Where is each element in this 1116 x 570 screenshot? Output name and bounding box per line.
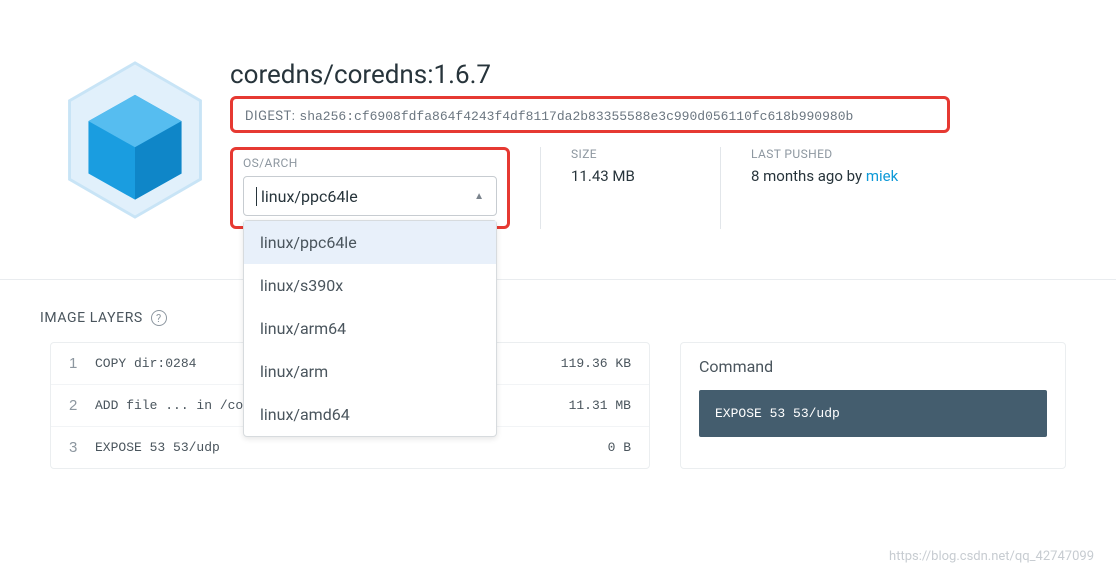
command-title: Command [699, 357, 1047, 376]
layer-command: EXPOSE 53 53/udp [95, 440, 541, 455]
osarch-label: OS/ARCH [243, 156, 497, 170]
osarch-dropdown: linux/ppc64le linux/s390x linux/arm64 li… [243, 220, 497, 437]
osarch-selected-value: linux/ppc64le [256, 187, 358, 206]
layer-size: 119.36 KB [541, 356, 631, 371]
osarch-highlight: OS/ARCH linux/ppc64le ▲ linux/ppc64le li… [230, 147, 510, 229]
layer-size: 0 B [541, 440, 631, 455]
digest-highlight: DIGEST: sha256:cf6908fdfa864f4243f4df811… [230, 96, 950, 133]
size-value: 11.43 MB [571, 167, 690, 185]
cube-icon [60, 60, 210, 220]
meta-row: OS/ARCH linux/ppc64le ▲ linux/ppc64le li… [230, 147, 1076, 229]
osarch-option[interactable]: linux/ppc64le [244, 221, 496, 264]
layer-number: 2 [69, 397, 95, 414]
pushed-label: LAST PUSHED [751, 147, 898, 161]
author-link[interactable]: miek [866, 167, 898, 185]
size-label: SIZE [571, 147, 690, 161]
layer-number: 1 [69, 355, 95, 372]
command-panel: Command EXPOSE 53 53/udp [680, 342, 1066, 469]
osarch-select[interactable]: linux/ppc64le ▲ linux/ppc64le linux/s390… [243, 176, 497, 216]
layer-size: 11.31 MB [541, 398, 631, 413]
help-icon[interactable]: ? [151, 310, 167, 326]
digest-sha: sha256:cf6908fdfa864f4243f4df8117da2b833… [299, 109, 853, 124]
command-body: EXPOSE 53 53/udp [699, 390, 1047, 437]
chevron-up-icon: ▲ [474, 191, 484, 202]
osarch-option[interactable]: linux/arm [244, 350, 496, 393]
osarch-option[interactable]: linux/amd64 [244, 393, 496, 436]
pushed-value: 8 months ago by miek [751, 167, 898, 185]
osarch-option[interactable]: linux/s390x [244, 264, 496, 307]
layer-number: 3 [69, 439, 95, 456]
image-title: coredns/coredns:1.6.7 [230, 60, 1076, 90]
image-header: coredns/coredns:1.6.7 DIGEST: sha256:cf6… [0, 0, 1116, 229]
watermark: https://blog.csdn.net/qq_42747099 [889, 549, 1094, 564]
digest-label: DIGEST: [245, 109, 295, 124]
layers-heading: IMAGE LAYERS ? [40, 310, 1066, 326]
osarch-option[interactable]: linux/arm64 [244, 307, 496, 350]
